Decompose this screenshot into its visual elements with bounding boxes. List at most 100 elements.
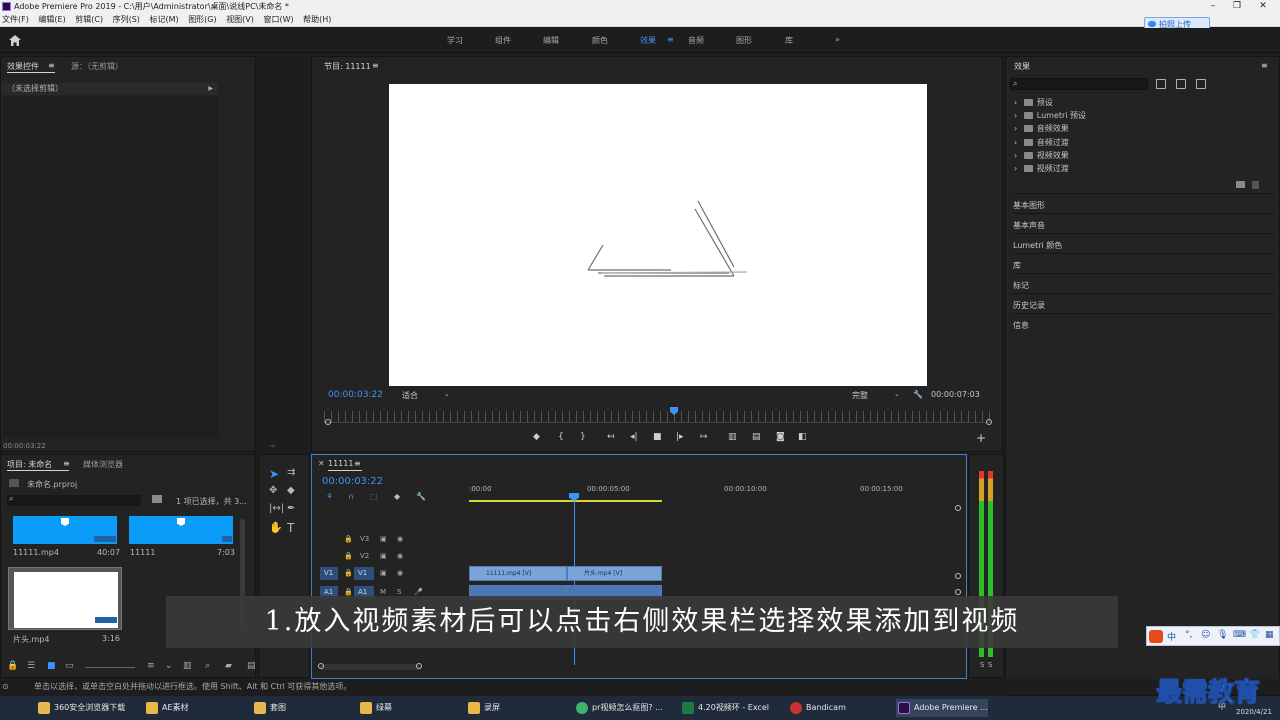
voice-icon[interactable]: 🎙 [1217, 630, 1228, 640]
freeform-view-icon[interactable]: ▭ [65, 661, 74, 671]
menu-clip[interactable]: 剪辑(C) [75, 13, 103, 27]
section-markers[interactable]: 标记 [1013, 273, 1275, 293]
workspace-learn[interactable]: 学习 [447, 35, 463, 46]
sogou-logo-icon[interactable] [1149, 630, 1163, 643]
hand-tool-icon[interactable]: ✋ [269, 521, 283, 534]
new-bin-icon[interactable]: ▰ [225, 661, 232, 671]
expand-arrow-icon[interactable]: ▶ [208, 83, 213, 95]
mark-in-icon[interactable]: { [558, 432, 564, 442]
timeline-timecode[interactable]: 00:00:03:22 [322, 476, 383, 487]
lock-icon[interactable]: 🔒 [344, 535, 353, 543]
track-name[interactable]: V1 [354, 567, 374, 580]
sort-dropdown-icon[interactable]: ⌄ [165, 661, 173, 671]
toolbox-icon[interactable]: ▦ [1265, 630, 1274, 640]
restore-icon[interactable]: ❐ [1226, 0, 1248, 13]
effects-title[interactable]: 效果 [1014, 61, 1030, 72]
sync-lock-icon[interactable]: ▣ [380, 552, 387, 560]
export-frame-icon[interactable]: ◙ [776, 432, 785, 442]
comparison-view-icon[interactable]: ◧ [798, 432, 807, 442]
emoji-icon[interactable]: ☺ [1201, 630, 1210, 640]
workspace-graphics[interactable]: 图形 [736, 35, 752, 46]
scroll-handle[interactable] [955, 589, 961, 595]
taskbar-item[interactable]: 绿幕 [358, 699, 392, 717]
automate-to-sequence-icon[interactable]: ▥ [183, 661, 192, 671]
taskbar-item[interactable]: 套图 [252, 699, 286, 717]
timeline-horizontal-scrollbar[interactable] [318, 663, 422, 670]
zoom-slider[interactable] [85, 667, 135, 668]
step-back-icon[interactable]: ◂| [630, 432, 638, 442]
find-icon[interactable]: ⌕ [205, 661, 210, 671]
menu-graphics[interactable]: 图形(G) [188, 13, 216, 27]
skin-icon[interactable]: 👕 [1249, 630, 1260, 640]
pen-tool-icon[interactable]: ✒ [287, 503, 295, 514]
settings-wrench-icon[interactable]: 🔧 [913, 390, 923, 399]
scroll-handle[interactable] [318, 663, 324, 669]
yuv-effects-icon[interactable] [1196, 79, 1206, 89]
tab-project[interactable]: 项目: 未命名 [7, 459, 52, 470]
program-menu-icon[interactable]: ≡ [372, 61, 379, 70]
new-bin-icon[interactable] [152, 495, 162, 503]
sort-icon[interactable]: ≡ [147, 661, 155, 671]
snap-icon[interactable]: ∩ [348, 492, 354, 501]
selection-tool-icon[interactable]: ➤ [269, 467, 279, 481]
menu-marker[interactable]: 标记(M) [149, 13, 178, 27]
sync-lock-icon[interactable]: ▣ [380, 535, 387, 543]
voice-over-icon[interactable]: 🎤 [414, 588, 423, 596]
go-to-in-icon[interactable]: ↤ [607, 432, 615, 442]
taskbar-item-active[interactable]: Adobe Premiere ... [896, 699, 988, 717]
workspace-color[interactable]: 颜色 [592, 35, 608, 46]
home-icon[interactable] [8, 34, 22, 47]
lock-icon[interactable]: 🔒 [344, 588, 353, 596]
section-libraries[interactable]: 库 [1013, 253, 1275, 273]
mark-out-icon[interactable]: } [580, 432, 586, 442]
zoom-select[interactable]: 适合 [402, 390, 418, 401]
accelerated-effects-icon[interactable] [1156, 79, 1166, 89]
eye-icon[interactable]: ◉ [397, 535, 403, 543]
workspace-libraries[interactable]: 库 [785, 35, 793, 46]
taskbar-item[interactable]: pr视频怎么抠图? ... [574, 699, 663, 717]
step-forward-icon[interactable]: |▸ [676, 432, 684, 442]
program-playhead-timecode[interactable]: 00:00:03:22 [328, 390, 383, 400]
effects-folder-video-transitions[interactable]: › 视频过渡 [1014, 163, 1069, 174]
sequence-thumbnail[interactable] [129, 516, 233, 544]
zoom-dropdown-icon[interactable]: ⌄ [444, 390, 450, 398]
timeline-settings-icon[interactable]: 🔧 [416, 492, 426, 501]
32bit-effects-icon[interactable] [1176, 79, 1186, 89]
button-editor-icon[interactable]: + [976, 431, 986, 445]
workspace-effects-menu-icon[interactable]: ≡ [667, 35, 674, 44]
quality-dropdown-icon[interactable]: ⌄ [894, 390, 900, 398]
project-search-input[interactable]: ⌕ [7, 494, 141, 506]
menu-view[interactable]: 视图(V) [226, 13, 254, 27]
taskbar-item[interactable]: Bandicam [788, 699, 846, 717]
time-ruler[interactable]: :00:00 00:00:05:00 00:00:10:00 00:00:15:… [469, 483, 955, 505]
list-view-icon[interactable]: ☰ [27, 661, 35, 671]
scroll-handle[interactable] [955, 573, 961, 579]
tab-sequence-menu-icon[interactable]: ≡ [354, 459, 361, 468]
extract-icon[interactable]: ▤ [752, 432, 761, 442]
tab-effect-controls-menu-icon[interactable]: ≡ [48, 61, 55, 70]
tab-project-menu-icon[interactable]: ≡ [63, 459, 70, 468]
lift-icon[interactable]: ▥ [728, 432, 737, 442]
add-marker-icon[interactable]: ◆ [394, 492, 400, 501]
quality-select[interactable]: 完整 [852, 390, 868, 401]
lock-icon[interactable]: 🔒 [344, 552, 353, 560]
close-icon[interactable]: ✕ [1252, 0, 1274, 13]
scroll-handle[interactable] [955, 505, 961, 511]
taskbar-item[interactable]: 录屏 [466, 699, 500, 717]
lock-icon[interactable]: 🔒 [7, 661, 18, 671]
export-icon[interactable]: ⇥ [269, 442, 275, 450]
mute-icon[interactable]: M [380, 588, 386, 596]
video-clip[interactable]: 11111.mp4 [V] [469, 566, 567, 581]
icon-view-icon[interactable]: ■ [47, 661, 56, 671]
clip-thumbnail[interactable] [13, 516, 117, 544]
eye-icon[interactable]: ◉ [397, 552, 403, 560]
section-info[interactable]: 信息 [1013, 313, 1275, 333]
tab-source[interactable]: 源：（无剪辑） [71, 61, 123, 72]
workspace-editing[interactable]: 编辑 [543, 35, 559, 46]
menu-file[interactable]: 文件(F) [2, 13, 29, 27]
section-lumetri-color[interactable]: Lumetri 颜色 [1013, 233, 1275, 253]
program-scrubber[interactable] [324, 411, 992, 423]
effects-folder-audio-effects[interactable]: › 音频效果 [1014, 123, 1069, 134]
minimize-icon[interactable]: – [1202, 0, 1224, 13]
punctuation-icon[interactable]: °, [1185, 630, 1192, 640]
